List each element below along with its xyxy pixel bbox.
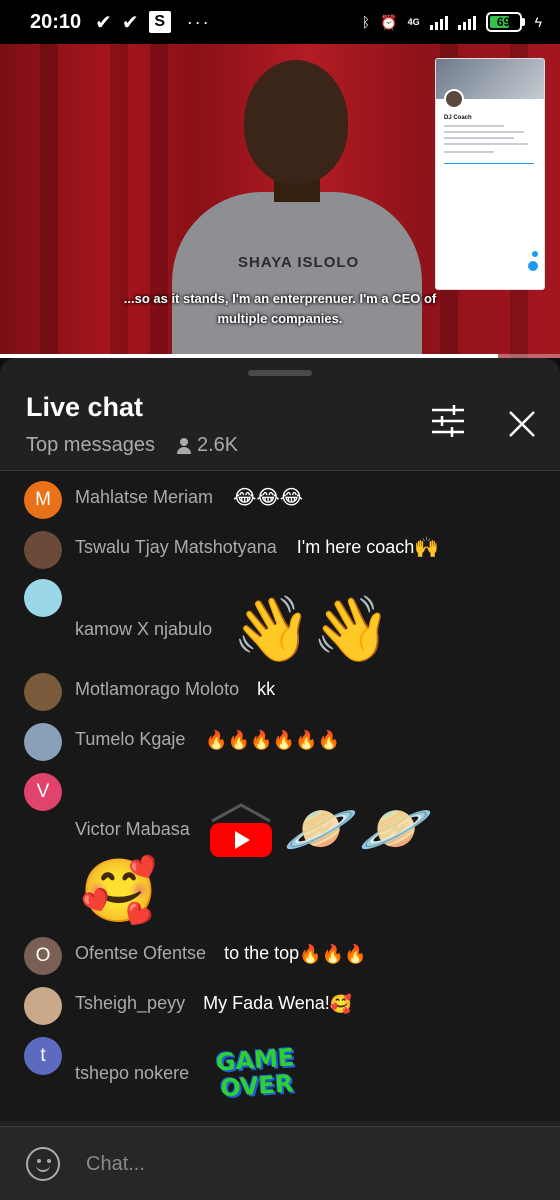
game-over-sticker: GAME OVER	[214, 1043, 296, 1103]
system-icons: ᛒ ⏰ 4G 69 ϟ	[362, 12, 542, 32]
avatar	[24, 579, 62, 617]
chat-message[interactable]: t tshepo nokere GAME OVER	[0, 1035, 560, 1121]
message-author[interactable]: Tumelo Kgaje	[75, 729, 185, 750]
avatar-letter: M	[35, 489, 51, 510]
message-text: I'm here coach	[296, 537, 415, 557]
avatar-letter: V	[36, 781, 50, 802]
message-text: kk	[257, 679, 276, 699]
avatar-letter: t	[40, 1045, 46, 1066]
message-emoji: 😂😂😂	[233, 486, 304, 509]
alarm-icon: ⏰	[380, 13, 398, 30]
download-done-icon-2: ✔	[121, 11, 139, 34]
charging-icon: ϟ	[534, 14, 542, 30]
chat-mode-label[interactable]: Top messages	[26, 434, 155, 457]
status-time: 20:10	[30, 10, 82, 33]
live-chat-panel: Live chat Top messages 2.6K M Mahlatse M…	[0, 358, 560, 1200]
drag-handle[interactable]	[248, 370, 312, 376]
viewers-icon	[176, 437, 191, 454]
signal-icon-2	[457, 14, 476, 30]
chat-message-list[interactable]: M Mahlatse Meriam 😂😂😂 Tswalu Tjay Matsho…	[0, 471, 560, 1121]
chat-input[interactable]	[86, 1145, 526, 1183]
message-author[interactable]: Ofentse Ofentse	[75, 943, 206, 964]
avatar	[24, 673, 62, 711]
youtube-logo-sticker	[208, 801, 274, 857]
chat-message[interactable]: kamow X njabulo 👋👋	[0, 577, 560, 667]
waving-hands-sticker: 👋👋	[232, 593, 392, 665]
pip-profile-name: DJ Coach	[444, 115, 472, 121]
notification-icons: ✔ ✔ S ···	[95, 10, 211, 35]
status-bar: 20:10 ✔ ✔ S ··· ᛒ ⏰ 4G 69 ϟ	[0, 0, 560, 44]
message-author[interactable]: Victor Mabasa	[75, 819, 190, 840]
caption-line-2: multiple companies.	[217, 311, 343, 326]
message-author[interactable]: Mahlatse Meriam	[75, 487, 213, 508]
close-icon[interactable]	[500, 402, 544, 446]
avatar: t	[24, 1037, 62, 1075]
filter-settings-icon[interactable]	[428, 404, 468, 438]
download-done-icon: ✔	[95, 11, 112, 34]
avatar	[24, 723, 62, 761]
message-author[interactable]: kamow X njabulo	[75, 619, 212, 640]
battery-icon: 69	[485, 12, 525, 32]
picture-in-picture-screenshot: DJ Coach	[435, 58, 545, 290]
avatar-letter: O	[35, 945, 51, 966]
fire-emojis: 🔥🔥🔥	[299, 943, 367, 964]
live-chat-title: Live chat	[26, 392, 144, 422]
chat-message[interactable]: Tswalu Tjay Matshotyana I'm here coach 🙌	[0, 529, 560, 569]
avatar	[24, 987, 62, 1025]
planet-stickers: 🪐🪐	[283, 795, 434, 862]
viewer-count: 2.6K	[196, 434, 239, 456]
message-text: to the top	[224, 943, 300, 963]
signal-icon	[429, 14, 448, 30]
avatar: M	[24, 481, 62, 519]
message-author[interactable]: Tsheigh_peyy	[75, 993, 185, 1014]
raising-hands-emoji: 🙌	[414, 536, 440, 559]
app-s-icon: S	[148, 11, 171, 33]
more-notifications-icon: ···	[186, 11, 211, 32]
message-author[interactable]: Tswalu Tjay Matshotyana	[75, 537, 277, 558]
battery-level: 69	[496, 15, 511, 29]
video-player[interactable]: SHAYA ISLOLO DJ Coach ...so as it stands…	[0, 44, 560, 358]
smiling-hearts-emoji: 🥰	[329, 993, 353, 1014]
chat-message[interactable]: O Ofentse Ofentse to the top 🔥🔥🔥	[0, 935, 560, 975]
avatar	[24, 531, 62, 569]
heart-eyes-sticker: 🥰	[80, 857, 158, 926]
chat-message[interactable]: Tumelo Kgaje 🔥🔥🔥🔥🔥🔥	[0, 721, 560, 761]
shirt-text: SHAYA ISLOLO	[238, 254, 360, 271]
emoji-picker-icon[interactable]	[26, 1147, 60, 1181]
chat-message[interactable]: Tsheigh_peyy My Fada Wena! 🥰	[0, 985, 560, 1025]
message-author[interactable]: tshepo nokere	[75, 1063, 189, 1084]
chat-message[interactable]: V Victor Mabasa 🪐🪐 🥰	[0, 771, 560, 941]
chat-mode-row[interactable]: Top messages 2.6K	[26, 434, 238, 457]
message-text: My Fada Wena!	[203, 993, 330, 1013]
network-type-label: 4G	[407, 17, 420, 27]
bluetooth-icon: ᛒ	[361, 14, 371, 30]
avatar: V	[24, 773, 62, 811]
fire-emojis: 🔥🔥🔥🔥🔥🔥	[205, 729, 340, 750]
caption-line-1: ...so as it stands, I'm an enterprenuer.…	[123, 291, 437, 306]
chat-input-bar	[0, 1126, 560, 1200]
chat-message[interactable]: M Mahlatse Meriam 😂😂😂	[0, 479, 560, 519]
message-author[interactable]: Motlamorago Moloto	[75, 679, 239, 700]
chat-message[interactable]: Motlamorago Moloto kk	[0, 671, 560, 711]
avatar: O	[24, 937, 62, 975]
